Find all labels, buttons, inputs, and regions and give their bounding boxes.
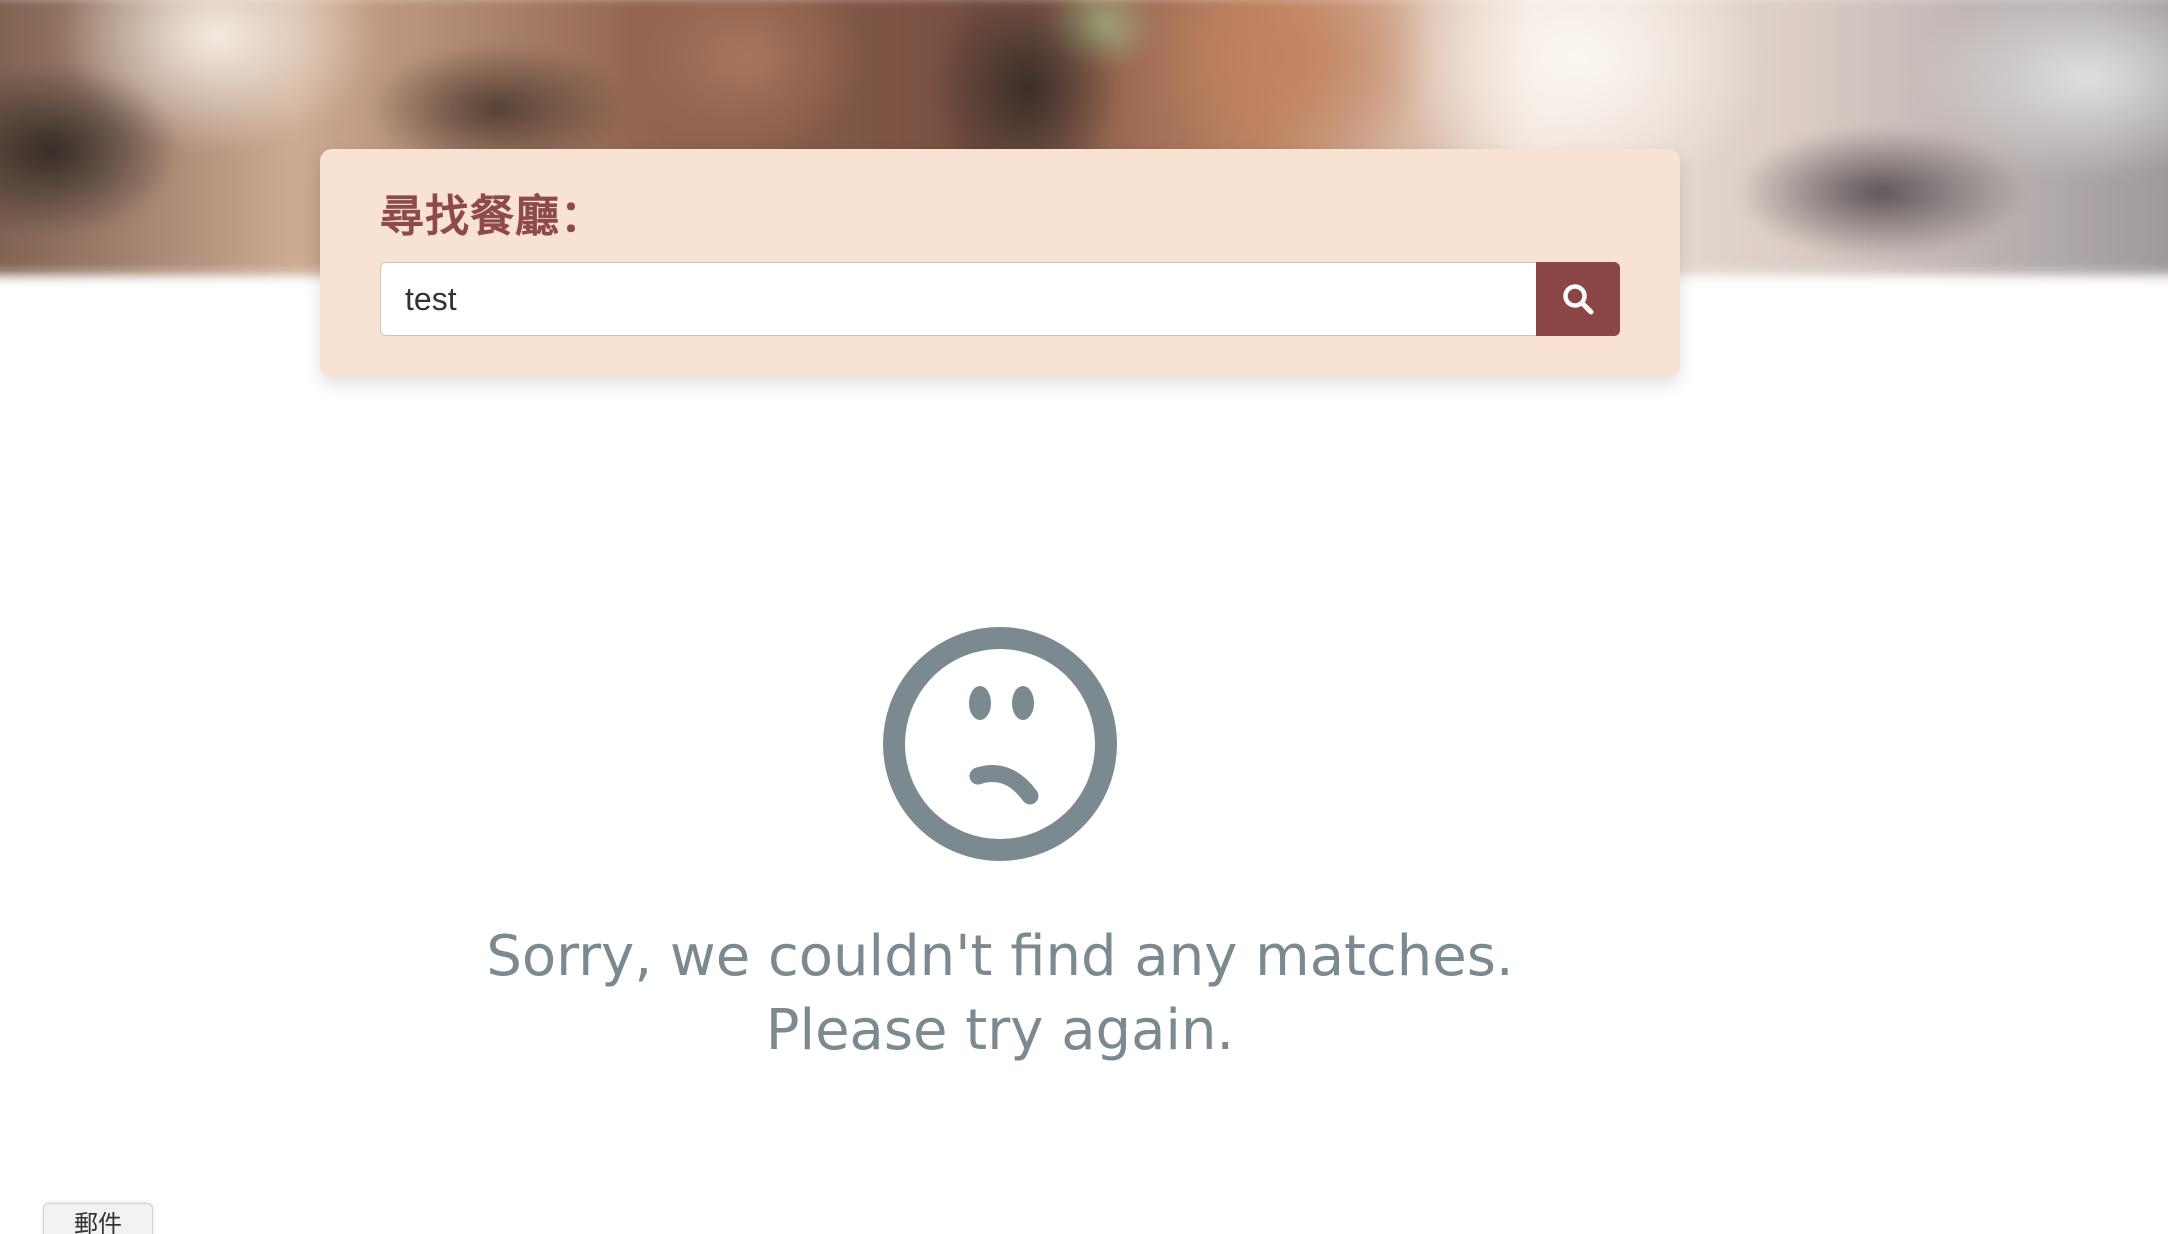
search-icon bbox=[1561, 282, 1595, 316]
mail-tab[interactable]: 郵件 bbox=[43, 1203, 153, 1234]
search-row bbox=[380, 262, 1620, 336]
search-input[interactable] bbox=[380, 262, 1536, 336]
no-results-line-1: Sorry, we couldn't find any matches. bbox=[486, 924, 1514, 989]
search-button[interactable] bbox=[1536, 262, 1620, 336]
page: 尋找餐廳： Sorry, we couldn't find any matche… bbox=[0, 0, 2168, 1234]
search-panel: 尋找餐廳： bbox=[320, 149, 1680, 377]
no-results-line-2: Please try again. bbox=[765, 998, 1235, 1063]
search-title: 尋找餐廳： bbox=[380, 191, 605, 242]
sad-face-icon bbox=[880, 624, 1120, 864]
no-results-message: Sorry, we couldn't find any matches. Ple… bbox=[450, 920, 1550, 1068]
